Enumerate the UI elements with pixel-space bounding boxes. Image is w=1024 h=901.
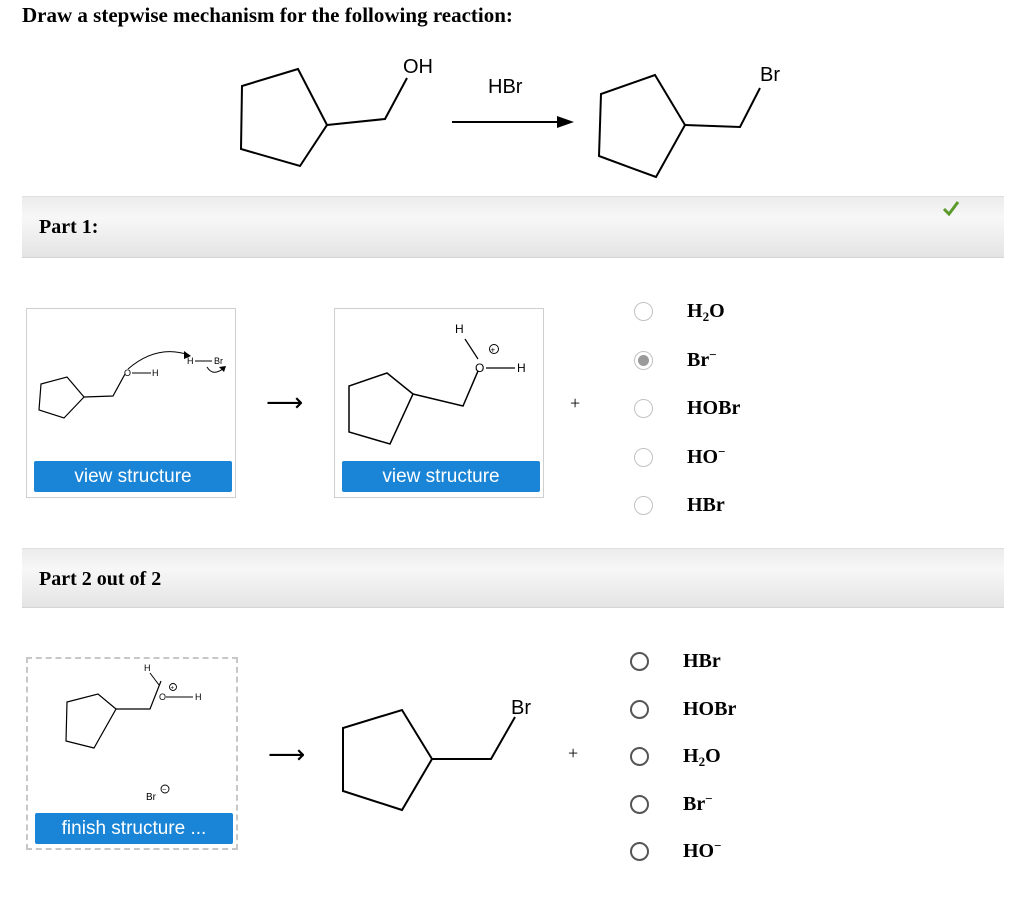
- reactant-oh-label: OH: [403, 56, 433, 78]
- svg-text:H: H: [187, 356, 194, 366]
- option-label: HBr: [687, 494, 725, 516]
- radio-button[interactable]: [630, 842, 649, 861]
- radio-button[interactable]: [634, 350, 653, 370]
- radio-button[interactable]: [634, 302, 653, 321]
- part1-option-4[interactable]: HBr: [634, 492, 725, 519]
- radio-button[interactable]: [634, 496, 653, 515]
- part2-title: Part 2 out of 2: [39, 568, 162, 590]
- part2-product-br-label: Br: [511, 697, 531, 719]
- part1-option-1[interactable]: Br−: [634, 347, 717, 374]
- option-label: H2O: [683, 745, 721, 769]
- option-label: Br−: [687, 346, 717, 371]
- radio-button[interactable]: [630, 794, 649, 814]
- part1-view-structure-button-1[interactable]: view structure: [34, 461, 232, 492]
- svg-text:O: O: [159, 692, 166, 702]
- part1-intermediate-structure: H O + H: [348, 322, 526, 445]
- part1-option-3[interactable]: HO−: [634, 444, 726, 471]
- part2-reactant-box[interactable]: H O + H Br − finish structure ...: [26, 657, 238, 850]
- option-label: HBr: [683, 650, 721, 672]
- reactant-ring: [239, 67, 329, 168]
- part1-option-2[interactable]: HOBr: [634, 395, 740, 422]
- svg-text:H: H: [144, 663, 151, 673]
- reactant-chain: [326, 77, 408, 126]
- option-label: HO−: [683, 838, 722, 862]
- part2-option-1[interactable]: HOBr: [630, 696, 736, 723]
- radio-button[interactable]: [630, 747, 649, 766]
- svg-text:Br: Br: [214, 356, 223, 366]
- part2-option-0[interactable]: HBr: [630, 648, 721, 675]
- part2-plus: +: [568, 743, 579, 763]
- part2-reactant-structure: H O + H Br −: [65, 663, 202, 803]
- part1-reactant-structure: O H H Br: [38, 351, 226, 419]
- svg-text:+: +: [171, 686, 175, 692]
- product-ring: [597, 73, 687, 179]
- svg-text:+: +: [491, 346, 496, 355]
- part1-intermediate-box[interactable]: H O + H view structure: [334, 308, 544, 498]
- part2-option-4[interactable]: HO−: [630, 838, 722, 865]
- svg-text:H: H: [455, 322, 464, 336]
- radio-button[interactable]: [634, 447, 653, 467]
- part1-view-structure-button-2[interactable]: view structure: [342, 461, 540, 492]
- part1-plus: +: [570, 393, 581, 413]
- reaction-scheme: OH HBr Br: [239, 56, 780, 179]
- svg-text:H: H: [195, 692, 202, 702]
- part2-step-arrow-icon: ⟶: [268, 740, 306, 770]
- check-icon: [942, 201, 960, 216]
- part1-title: Part 1:: [39, 216, 99, 238]
- svg-text:−: −: [162, 787, 166, 794]
- reagent-label: HBr: [488, 76, 523, 98]
- svg-text:H: H: [152, 368, 159, 378]
- part2-option-2[interactable]: H2O: [630, 743, 721, 770]
- part2-header: Part 2 out of 2: [22, 548, 1004, 608]
- svg-text:O: O: [124, 368, 131, 378]
- product-chain: [684, 87, 761, 129]
- part1-header: Part 1:: [22, 196, 1004, 258]
- part1-option-0[interactable]: H2O: [634, 298, 725, 325]
- part1-step-arrow-icon: ⟶: [266, 388, 304, 418]
- finish-structure-button[interactable]: finish structure ...: [35, 813, 233, 844]
- option-label: Br−: [683, 790, 713, 815]
- question-text: Draw a stepwise mechanism for the follow…: [22, 3, 513, 27]
- option-label: HOBr: [687, 397, 741, 419]
- svg-text:O: O: [475, 361, 484, 375]
- part2-option-3[interactable]: Br−: [630, 791, 713, 818]
- part2-product-structure: Br: [342, 697, 531, 812]
- part1-reactant-box[interactable]: O H H Br view structure: [26, 308, 236, 498]
- option-label: H2O: [687, 300, 725, 324]
- radio-button[interactable]: [630, 652, 649, 671]
- product-br-label: Br: [760, 64, 780, 86]
- svg-text:Br: Br: [146, 792, 157, 803]
- svg-text:H: H: [517, 361, 526, 375]
- option-label: HO−: [687, 443, 726, 468]
- radio-button[interactable]: [634, 399, 653, 418]
- option-label: HOBr: [683, 697, 737, 720]
- radio-button[interactable]: [630, 699, 649, 719]
